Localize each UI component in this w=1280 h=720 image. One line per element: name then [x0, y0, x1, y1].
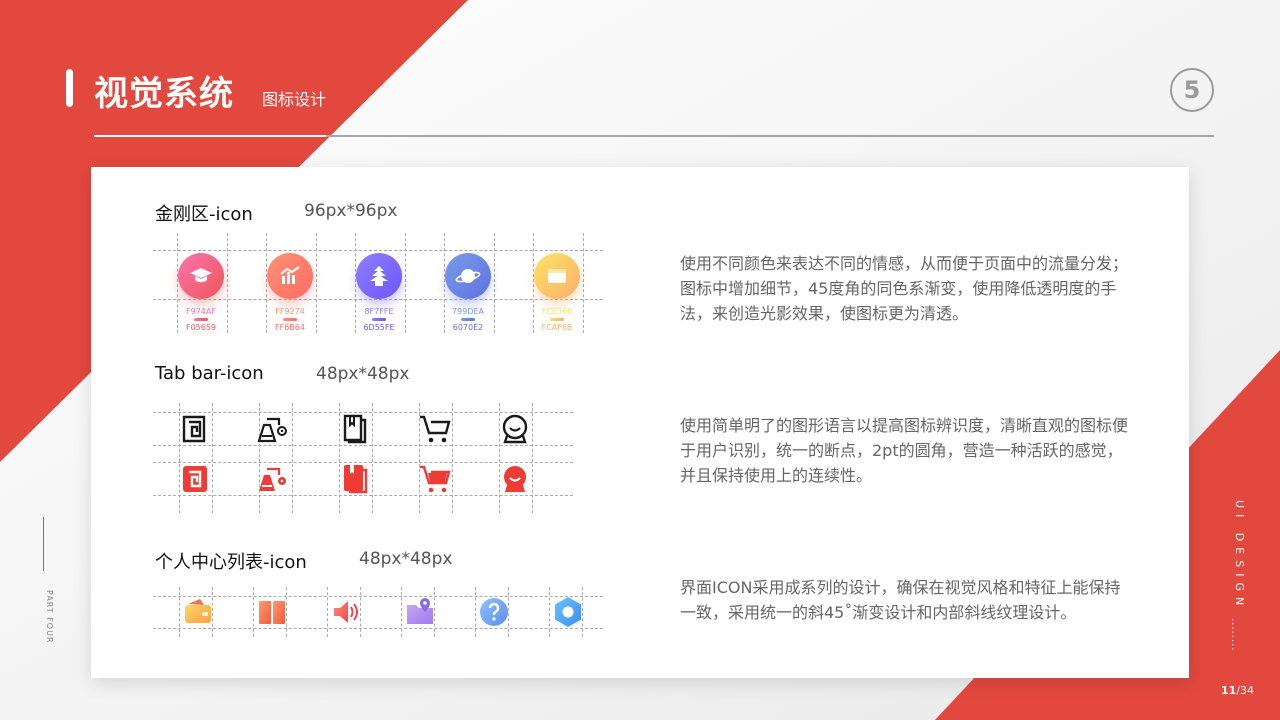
kingkong-color-bottom-4: 6070E2	[452, 323, 484, 332]
kingkong-color-top-1: F974AF	[186, 307, 216, 316]
side-left-divider	[43, 517, 44, 571]
cart-icon[interactable]	[419, 413, 451, 445]
kingkong-color-top-2: FF9274	[275, 307, 305, 316]
profile-icon-active[interactable]	[499, 463, 531, 495]
home-icon[interactable]	[179, 413, 211, 445]
wallet-icon	[185, 599, 211, 623]
page-counter: 11/34	[1221, 684, 1254, 697]
speaker-icon	[334, 601, 358, 623]
header-divider-gray	[326, 135, 1214, 137]
graduation-cap-icon	[178, 253, 224, 299]
tabbar-title: Tab bar-icon	[155, 363, 264, 384]
home-icon-active[interactable]	[179, 463, 211, 495]
personal-description: 界面ICON采用成系列的设计，确保在视觉风格和特征上能保持一致，采用统一的斜45…	[680, 578, 1121, 622]
flask-icon[interactable]	[257, 413, 289, 445]
kingkong-gradient-bar-5	[550, 318, 564, 321]
kingkong-color-top-4: 799DEA	[452, 307, 484, 316]
flask-icon-active[interactable]	[257, 463, 289, 495]
page-title: 视觉系统	[94, 74, 234, 114]
kingkong-gradient-bar-1	[194, 318, 208, 321]
personal-size: 48px*48px	[359, 549, 453, 569]
profile-icon[interactable]	[499, 413, 531, 445]
side-dots: ........	[1229, 618, 1240, 652]
side-label-left: PART FOUR	[45, 590, 54, 644]
kingkong-gradient-bar-2	[283, 318, 297, 321]
kingkong-gradient-bar-4	[461, 318, 475, 321]
book-icon-active[interactable]	[339, 463, 371, 495]
kingkong-color-bottom-3: 6D55FE	[363, 323, 395, 332]
help-icon	[480, 598, 508, 626]
kingkong-gradient-bar-3	[372, 318, 386, 321]
temple-icon	[356, 253, 402, 299]
personal-title: 个人中心列表-icon	[155, 552, 307, 573]
book-icon[interactable]	[339, 413, 371, 445]
title-accent-bar	[66, 69, 73, 107]
book-open-icon	[259, 601, 285, 624]
settings-icon	[555, 597, 581, 627]
page-total: /34	[1236, 684, 1255, 697]
planet-icon	[445, 253, 491, 299]
chart-icon	[267, 253, 313, 299]
page-current: 11	[1221, 684, 1237, 697]
card-icon	[534, 253, 580, 299]
kingkong-color-top-3: 8F7FFE	[364, 307, 394, 316]
section-number-badge: 5	[1170, 68, 1214, 112]
side-label-right: UI DESIGN	[1233, 500, 1246, 612]
kingkong-color-top-5: FCE366	[541, 307, 573, 316]
header-divider-white	[94, 135, 326, 137]
page-subtitle: 图标设计	[262, 90, 327, 109]
content-card: 金刚区-icon 96px*96px F974AF F05659 FF9274 …	[91, 167, 1189, 678]
cart-icon-active[interactable]	[419, 463, 451, 495]
personal-grid	[153, 587, 603, 637]
kingkong-color-bottom-1: F05659	[185, 323, 217, 332]
kingkong-description: 使用不同颜色来表达不同的情感，从而便于页面中的流量分发；图标中增加细节，45度角…	[680, 254, 1129, 323]
tabbar-description: 使用简单明了的图形语言以提高图标辨识度，清晰直观的图标便于用户识别，统一的断点，…	[680, 416, 1129, 485]
kingkong-color-bottom-5: FCAF6B	[541, 323, 573, 332]
tabbar-size: 48px*48px	[316, 364, 410, 384]
kingkong-size: 96px*96px	[304, 201, 398, 221]
kingkong-color-bottom-2: FF6B64	[275, 323, 305, 332]
kingkong-title: 金刚区-icon	[155, 204, 253, 225]
location-folder-icon	[407, 598, 433, 624]
